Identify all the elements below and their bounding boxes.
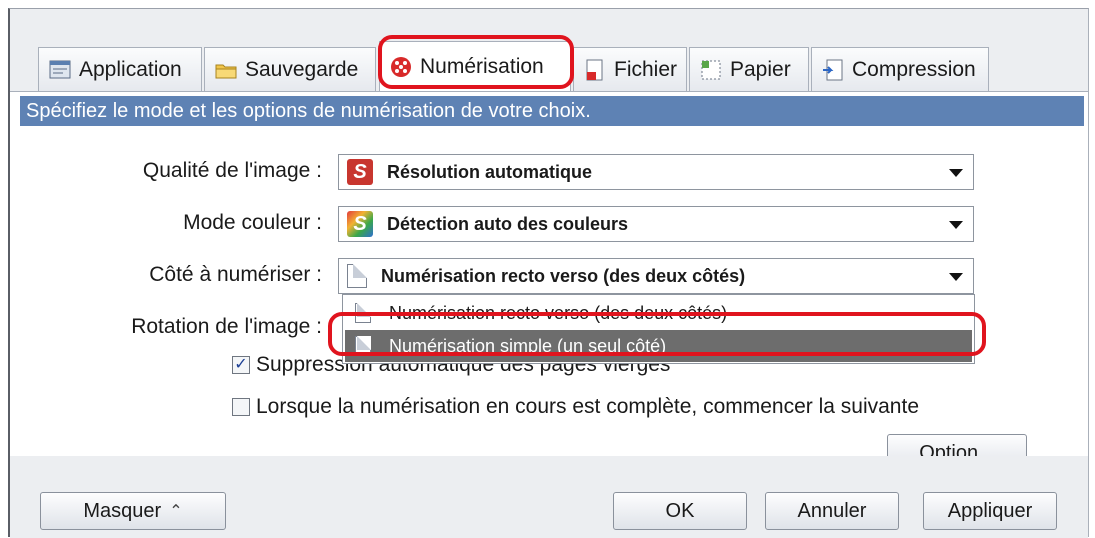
file-icon bbox=[584, 59, 606, 81]
image-quality-value: Résolution automatique bbox=[387, 161, 593, 182]
page-icon bbox=[355, 336, 371, 356]
scan-icon bbox=[390, 56, 412, 78]
tab-numerisation[interactable]: Numérisation bbox=[379, 41, 571, 91]
ok-button[interactable]: OK bbox=[613, 492, 747, 530]
page-icon bbox=[347, 264, 367, 288]
paper-icon bbox=[700, 59, 722, 81]
checkbox-checked-icon: ✓ bbox=[232, 356, 250, 374]
footer-bar: Masquer ⌃ OK Annuler Appliquer bbox=[10, 456, 1088, 538]
image-rotation-label: Rotation de l'image : bbox=[131, 315, 322, 338]
cancel-button[interactable]: Annuler bbox=[765, 492, 899, 530]
color-mode-label: Mode couleur : bbox=[183, 211, 322, 234]
color-s-icon: S bbox=[347, 211, 373, 237]
tab-content-panel: Spécifiez le mode et les options de numé… bbox=[10, 91, 1088, 472]
option-duplex[interactable]: Numérisation recto verso (des deux côtés… bbox=[345, 297, 972, 329]
tab-application[interactable]: Application bbox=[38, 47, 202, 91]
tab-fichier[interactable]: Fichier bbox=[573, 47, 687, 91]
scan-side-value: Numérisation recto verso (des deux côtés… bbox=[381, 265, 746, 286]
apply-button[interactable]: Appliquer bbox=[923, 492, 1057, 530]
quality-s-icon: S bbox=[347, 159, 373, 185]
option-label: Numérisation simple (un seul côté) bbox=[389, 335, 667, 356]
instruction-banner: Spécifiez le mode et les options de numé… bbox=[20, 96, 1084, 126]
checkbox-unchecked-icon bbox=[232, 398, 250, 416]
tab-papier[interactable]: Papier bbox=[689, 47, 809, 91]
tab-compression[interactable]: Compression bbox=[811, 47, 989, 91]
option-simplex[interactable]: Numérisation simple (un seul côté) bbox=[345, 330, 972, 362]
scan-side-select[interactable]: Numérisation recto verso (des deux côtés… bbox=[338, 258, 974, 294]
chevron-down-icon bbox=[949, 221, 963, 229]
hide-label: Masquer bbox=[83, 499, 162, 522]
scan-settings-window: Application Sauvegarde Numérisation Fich… bbox=[8, 8, 1089, 538]
scan-side-dropdown-list: Numérisation recto verso (des deux côtés… bbox=[342, 294, 975, 364]
compression-icon bbox=[822, 59, 844, 81]
tab-label: Application bbox=[79, 57, 182, 81]
tab-bar: Application Sauvegarde Numérisation Fich… bbox=[10, 39, 1088, 91]
chevron-up-icon: ⌃ bbox=[169, 503, 183, 520]
page-icon bbox=[355, 303, 371, 323]
color-mode-value: Détection auto des couleurs bbox=[387, 213, 629, 234]
image-quality-select[interactable]: S Résolution automatique bbox=[338, 154, 974, 190]
option-label: Numérisation recto verso (des deux côtés… bbox=[389, 302, 728, 323]
application-icon bbox=[49, 59, 71, 81]
tab-label: Numérisation bbox=[420, 54, 544, 78]
tab-label: Sauvegarde bbox=[245, 57, 359, 81]
chevron-down-icon bbox=[949, 169, 963, 177]
chevron-down-icon bbox=[949, 273, 963, 281]
tab-label: Fichier bbox=[614, 57, 678, 81]
tab-label: Compression bbox=[852, 57, 976, 81]
color-mode-select[interactable]: S Détection auto des couleurs bbox=[338, 206, 974, 242]
continue-scanning-checkbox[interactable]: Lorsque la numérisation en cours est com… bbox=[232, 395, 919, 419]
hide-button[interactable]: Masquer ⌃ bbox=[40, 492, 226, 530]
checkbox-label: Lorsque la numérisation en cours est com… bbox=[256, 395, 919, 418]
folder-icon bbox=[215, 59, 237, 81]
scan-side-label: Côté à numériser : bbox=[149, 263, 322, 286]
tab-label: Papier bbox=[730, 57, 791, 81]
tab-sauvegarde[interactable]: Sauvegarde bbox=[204, 47, 376, 91]
image-quality-label: Qualité de l'image : bbox=[142, 159, 322, 182]
